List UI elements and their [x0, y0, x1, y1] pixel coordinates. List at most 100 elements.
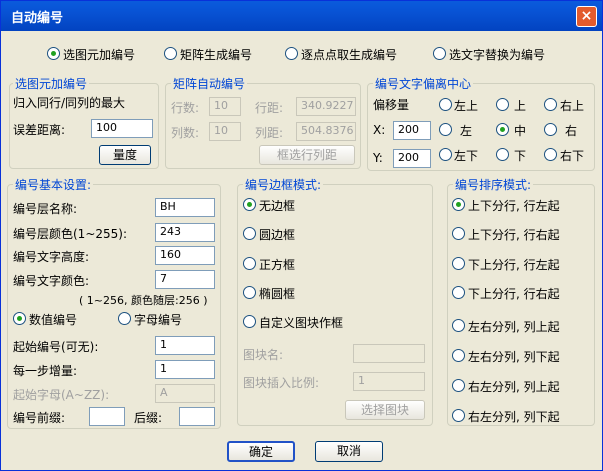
pos-radio-bottom-left[interactable] — [439, 148, 452, 161]
mode-radio-text[interactable] — [433, 47, 446, 60]
mode-label-pick[interactable]: 选图元加编号 — [63, 46, 135, 63]
mode-radio-point[interactable] — [285, 47, 298, 60]
tolerance-label: 误差距离: — [13, 123, 66, 137]
pos-radio-right[interactable] — [544, 123, 557, 136]
frame-label-ellipse[interactable]: 椭圆框 — [259, 285, 295, 302]
cancel-button[interactable]: 取消 — [315, 441, 383, 462]
frame-radio-circle[interactable] — [243, 227, 256, 240]
frame-radio-none[interactable] — [243, 198, 256, 211]
prefix-label: 编号前缀: — [13, 411, 66, 425]
dialog-window: 自动编号 × 选图元加编号 矩阵生成编号 逐点点取生成编号 选文字替换为编号 选… — [0, 0, 603, 471]
step-label: 每一步增量: — [13, 364, 78, 378]
close-button[interactable]: × — [576, 6, 597, 27]
pos-label-top-right[interactable]: 右上 — [560, 97, 584, 114]
pos-label-center[interactable]: 中 — [514, 122, 526, 139]
suffix-input[interactable] — [179, 407, 215, 426]
pos-radio-left[interactable] — [439, 123, 452, 136]
order-radio-3[interactable] — [452, 286, 465, 299]
pos-label-left[interactable]: 左 — [460, 122, 472, 139]
rows-label: 行数: — [171, 101, 200, 115]
mode-radio-matrix[interactable] — [164, 47, 177, 60]
start-letter-label: 起始字母(A~ZZ): — [13, 388, 110, 402]
ok-button[interactable]: 确定 — [227, 441, 295, 462]
row-spacing-input[interactable]: 340.9227 — [296, 97, 356, 116]
step-input[interactable]: 1 — [155, 360, 215, 379]
order-radio-0[interactable] — [452, 198, 465, 211]
suffix-label: 后缀: — [134, 411, 163, 425]
order-radio-6[interactable] — [452, 379, 465, 392]
measure-button[interactable]: 量度 — [99, 145, 151, 165]
cols-label: 列数: — [171, 126, 200, 140]
pos-radio-top-right[interactable] — [544, 98, 557, 111]
pos-label-top[interactable]: 上 — [514, 97, 526, 114]
color-note: ( 1~256, 颜色随层:256 ) — [79, 294, 208, 307]
cols-input[interactable]: 10 — [209, 122, 241, 141]
pos-label-right[interactable]: 右 — [565, 122, 577, 139]
numeric-radio[interactable] — [13, 312, 26, 325]
mode-label-matrix[interactable]: 矩阵生成编号 — [180, 46, 252, 63]
frame-label-square[interactable]: 正方框 — [259, 256, 295, 273]
numeric-label[interactable]: 数值编号 — [29, 311, 77, 328]
order-radio-7[interactable] — [452, 409, 465, 422]
x-offset-input[interactable]: 200 — [393, 121, 431, 140]
alpha-radio[interactable] — [118, 312, 131, 325]
mode-radio-pick[interactable] — [47, 47, 60, 60]
layer-color-input[interactable]: 243 — [155, 223, 215, 242]
block-name-label: 图块名: — [243, 348, 284, 362]
frame-radio-block[interactable] — [243, 315, 256, 328]
pos-radio-bottom-right[interactable] — [544, 148, 557, 161]
pos-radio-bottom[interactable] — [496, 148, 509, 161]
window-title: 自动编号 — [11, 11, 64, 26]
col-spacing-input[interactable]: 504.8376 — [296, 122, 356, 141]
order-label-7[interactable]: 右左分列, 列下起 — [468, 408, 560, 425]
text-color-input[interactable]: 7 — [155, 270, 215, 289]
alpha-label[interactable]: 字母编号 — [134, 311, 182, 328]
start-letter-input[interactable]: A — [155, 384, 215, 403]
x-label: X: — [373, 123, 386, 137]
start-input[interactable]: 1 — [155, 336, 215, 355]
frame-label-none[interactable]: 无边框 — [259, 197, 295, 214]
col-spacing-label: 列距: — [255, 126, 284, 140]
pos-label-bottom[interactable]: 下 — [514, 147, 526, 164]
rows-input[interactable]: 10 — [209, 97, 241, 116]
pos-radio-top-left[interactable] — [439, 98, 452, 111]
close-icon: × — [580, 8, 593, 24]
order-label-2[interactable]: 下上分行, 行左起 — [468, 256, 560, 273]
order-label-0[interactable]: 上下分行, 行左起 — [468, 197, 560, 214]
order-group-title: 编号排序模式: — [453, 176, 534, 193]
pick-desc: 归入同行/同列的最大 — [13, 96, 126, 110]
title-bar[interactable]: 自动编号 × — [1, 1, 602, 31]
select-spacing-button[interactable]: 框选行列距 — [259, 145, 355, 165]
select-block-button[interactable]: 选择图块 — [345, 400, 425, 420]
mode-label-point[interactable]: 逐点点取生成编号 — [301, 46, 397, 63]
tolerance-input[interactable]: 100 — [91, 119, 153, 138]
pos-label-bottom-left[interactable]: 左下 — [454, 147, 478, 164]
order-label-1[interactable]: 上下分行, 行右起 — [468, 226, 560, 243]
y-offset-input[interactable]: 200 — [393, 149, 431, 168]
pos-radio-top[interactable] — [496, 98, 509, 111]
frame-label-block[interactable]: 自定义图块作框 — [259, 314, 343, 331]
mode-label-text[interactable]: 选文字替换为编号 — [449, 46, 545, 63]
block-scale-label: 图块插入比例: — [243, 376, 320, 390]
frame-radio-square[interactable] — [243, 257, 256, 270]
block-name-input[interactable] — [353, 344, 425, 363]
frame-radio-ellipse[interactable] — [243, 286, 256, 299]
frame-label-circle[interactable]: 圆边框 — [259, 226, 295, 243]
order-radio-1[interactable] — [452, 227, 465, 240]
block-scale-input[interactable]: 1 — [353, 372, 425, 391]
prefix-input[interactable] — [89, 407, 125, 426]
order-radio-5[interactable] — [452, 349, 465, 362]
order-label-5[interactable]: 左右分列, 列下起 — [468, 348, 560, 365]
order-label-4[interactable]: 左右分列, 列上起 — [468, 318, 560, 335]
order-label-6[interactable]: 右左分列, 列上起 — [468, 378, 560, 395]
pos-radio-center[interactable] — [496, 123, 509, 136]
text-color-label: 编号文字颜色: — [13, 274, 90, 288]
pos-label-top-left[interactable]: 左上 — [454, 97, 478, 114]
layer-color-label: 编号层颜色(1~255): — [13, 227, 128, 241]
layer-name-input[interactable]: BH — [155, 198, 215, 217]
pos-label-bottom-right[interactable]: 右下 — [560, 147, 584, 164]
text-height-input[interactable]: 160 — [155, 246, 215, 265]
order-label-3[interactable]: 下上分行, 行右起 — [468, 285, 560, 302]
order-radio-2[interactable] — [452, 257, 465, 270]
order-radio-4[interactable] — [452, 319, 465, 332]
